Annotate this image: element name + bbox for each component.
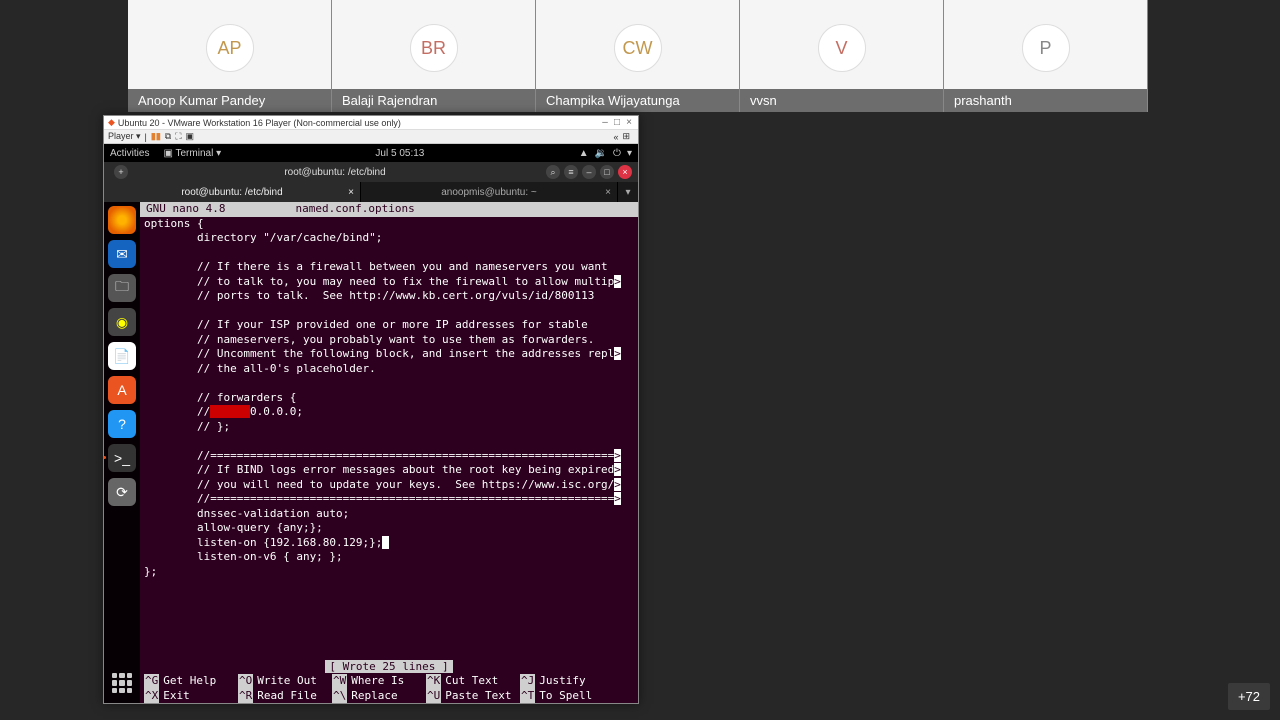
participant-name: Anoop Kumar Pandey — [128, 89, 331, 112]
avatar: P — [1022, 24, 1070, 72]
nano-shortcut-label: Read File — [257, 689, 317, 704]
rhythmbox-icon[interactable]: ◉ — [108, 308, 136, 336]
snapshot-button[interactable]: ⧉ — [165, 131, 171, 142]
clock[interactable]: Jul 5 05:13 — [221, 148, 579, 159]
thunderbird-icon[interactable]: ✉ — [108, 240, 136, 268]
firefox-icon[interactable] — [108, 206, 136, 234]
tab-close-icon[interactable]: × — [348, 187, 354, 198]
gnome-topbar: Activities ▣ Terminal ▾ Jul 5 05:13 ▲ 🔉 … — [104, 144, 638, 162]
unity-button[interactable]: ▣ — [186, 131, 195, 142]
vmware-toolbar: Player ▾ | ▮▮ ⧉ ⛶ ▣ « ⊞ — [104, 130, 638, 144]
nano-shortcut-label: Replace — [351, 689, 397, 704]
tab-label: root@ubuntu: /etc/bind — [181, 187, 282, 198]
nano-shortcut-key: ^T — [520, 689, 535, 704]
fullscreen-button[interactable]: ⛶ — [175, 131, 181, 142]
vmware-title-text: Ubuntu 20 - VMware Workstation 16 Player… — [118, 118, 401, 128]
nano-status: [ Wrote 25 lines ] — [140, 660, 638, 675]
nano-shortcut-label: Paste Text — [445, 689, 511, 704]
system-menu-chevron-icon[interactable]: ▾ — [627, 148, 632, 159]
show-apps-icon[interactable] — [108, 669, 136, 697]
terminal-tabs: root@ubuntu: /etc/bind × anoopmis@ubuntu… — [104, 182, 638, 202]
participant-tile[interactable]: P prashanth — [944, 0, 1148, 112]
activities-button[interactable]: Activities — [110, 148, 149, 159]
nano-shortcut-key: ^K — [426, 674, 441, 689]
participant-tile[interactable]: BR Balaji Rajendran — [332, 0, 536, 112]
power-icon[interactable]: ⏻ — [613, 148, 621, 159]
nano-shortcut-key: ^J — [520, 674, 535, 689]
nano-shortcut-label: Where Is — [351, 674, 404, 689]
nano-filename: named.conf.options — [295, 202, 414, 217]
separator: | — [145, 132, 147, 142]
nano-header: GNU nano 4.8 named.conf.options — [140, 202, 638, 217]
participant-name: vvsn — [740, 89, 943, 112]
nano-shortcut-label: Justify — [539, 674, 585, 689]
nano-shortcut-label: Get Help — [163, 674, 216, 689]
avatar: BR — [410, 24, 458, 72]
ubuntu-dock: ✉ 🗀 ◉ 📄 A ? >_ ⟳ — [104, 202, 140, 703]
hamburger-menu[interactable]: ≡ — [564, 165, 578, 179]
nano-shortcut-key: ^U — [426, 689, 441, 704]
tab-label: anoopmis@ubuntu: ~ — [441, 187, 537, 198]
nano-version: GNU nano 4.8 — [146, 202, 225, 217]
participant-name: Champika Wijayatunga — [536, 89, 739, 112]
participant-name: Balaji Rajendran — [332, 89, 535, 112]
vmware-titlebar[interactable]: ◆ Ubuntu 20 - VMware Workstation 16 Play… — [104, 116, 638, 130]
terminal-tab[interactable]: anoopmis@ubuntu: ~ × — [361, 182, 618, 202]
avatar: CW — [614, 24, 662, 72]
avatar: AP — [206, 24, 254, 72]
minimize-button[interactable]: – — [600, 117, 610, 128]
vm-icon: ◆ — [108, 117, 115, 128]
tab-close-icon[interactable]: × — [605, 187, 611, 198]
toolbar-icon[interactable]: « — [613, 132, 618, 142]
nano-shortcut-key: ^W — [332, 674, 347, 689]
nano-footer: ^G Get Help ^O Write Out ^W Where Is ^K Cut Tex… — [140, 674, 638, 703]
app-menu[interactable]: ▣ Terminal ▾ — [163, 148, 221, 159]
network-icon[interactable]: ▲ — [579, 148, 589, 159]
nano-shortcut-key: ^G — [144, 674, 159, 689]
participants-overflow-badge[interactable]: +72 — [1228, 683, 1270, 710]
close-button[interactable]: × — [618, 165, 632, 179]
nano-shortcut-key: ^\ — [332, 689, 347, 704]
pause-button[interactable]: ▮▮ — [151, 131, 161, 142]
vmware-window: ◆ Ubuntu 20 - VMware Workstation 16 Play… — [103, 115, 639, 704]
participant-tile[interactable]: V vvsn — [740, 0, 944, 112]
nano-shortcut-label: Exit — [163, 689, 190, 704]
search-button[interactable]: ⌕ — [546, 165, 560, 179]
files-icon[interactable]: 🗀 — [108, 274, 136, 302]
nano-shortcut-key: ^R — [238, 689, 253, 704]
nano-body[interactable]: options { directory "/var/cache/bind"; /… — [140, 217, 638, 580]
maximize-button[interactable]: □ — [612, 117, 622, 128]
nano-shortcut-label: Cut Text — [445, 674, 498, 689]
nano-shortcut-key: ^O — [238, 674, 253, 689]
participant-tile[interactable]: CW Champika Wijayatunga — [536, 0, 740, 112]
avatar: V — [818, 24, 866, 72]
maximize-button[interactable]: □ — [600, 165, 614, 179]
nano-editor[interactable]: GNU nano 4.8 named.conf.options options … — [140, 202, 638, 703]
participants-strip: AP Anoop Kumar Pandey BR Balaji Rajendra… — [128, 0, 1148, 112]
participant-tile[interactable]: AP Anoop Kumar Pandey — [128, 0, 332, 112]
update-icon[interactable]: ⟳ — [108, 478, 136, 506]
new-tab-button[interactable]: + — [114, 165, 128, 179]
minimize-button[interactable]: – — [582, 165, 596, 179]
close-button[interactable]: × — [624, 117, 634, 128]
nano-shortcut-label: Write Out — [257, 674, 317, 689]
terminal-tab[interactable]: root@ubuntu: /etc/bind × — [104, 182, 361, 202]
writer-icon[interactable]: 📄 — [108, 342, 136, 370]
nano-shortcut-label: To Spell — [539, 689, 592, 704]
terminal-icon[interactable]: >_ — [108, 444, 136, 472]
nano-shortcut-key: ^X — [144, 689, 159, 704]
toolbar-icon[interactable]: ⊞ — [622, 131, 630, 142]
help-icon[interactable]: ? — [108, 410, 136, 438]
volume-icon[interactable]: 🔉 — [595, 148, 607, 159]
terminal-headerbar: + root@ubuntu: /etc/bind ⌕ ≡ – □ × — [104, 162, 638, 182]
software-icon[interactable]: A — [108, 376, 136, 404]
tab-dropdown[interactable]: ▾ — [618, 182, 638, 202]
terminal-title: root@ubuntu: /etc/bind — [128, 167, 542, 178]
player-menu[interactable]: Player ▾ — [108, 131, 141, 142]
participant-name: prashanth — [944, 89, 1147, 112]
